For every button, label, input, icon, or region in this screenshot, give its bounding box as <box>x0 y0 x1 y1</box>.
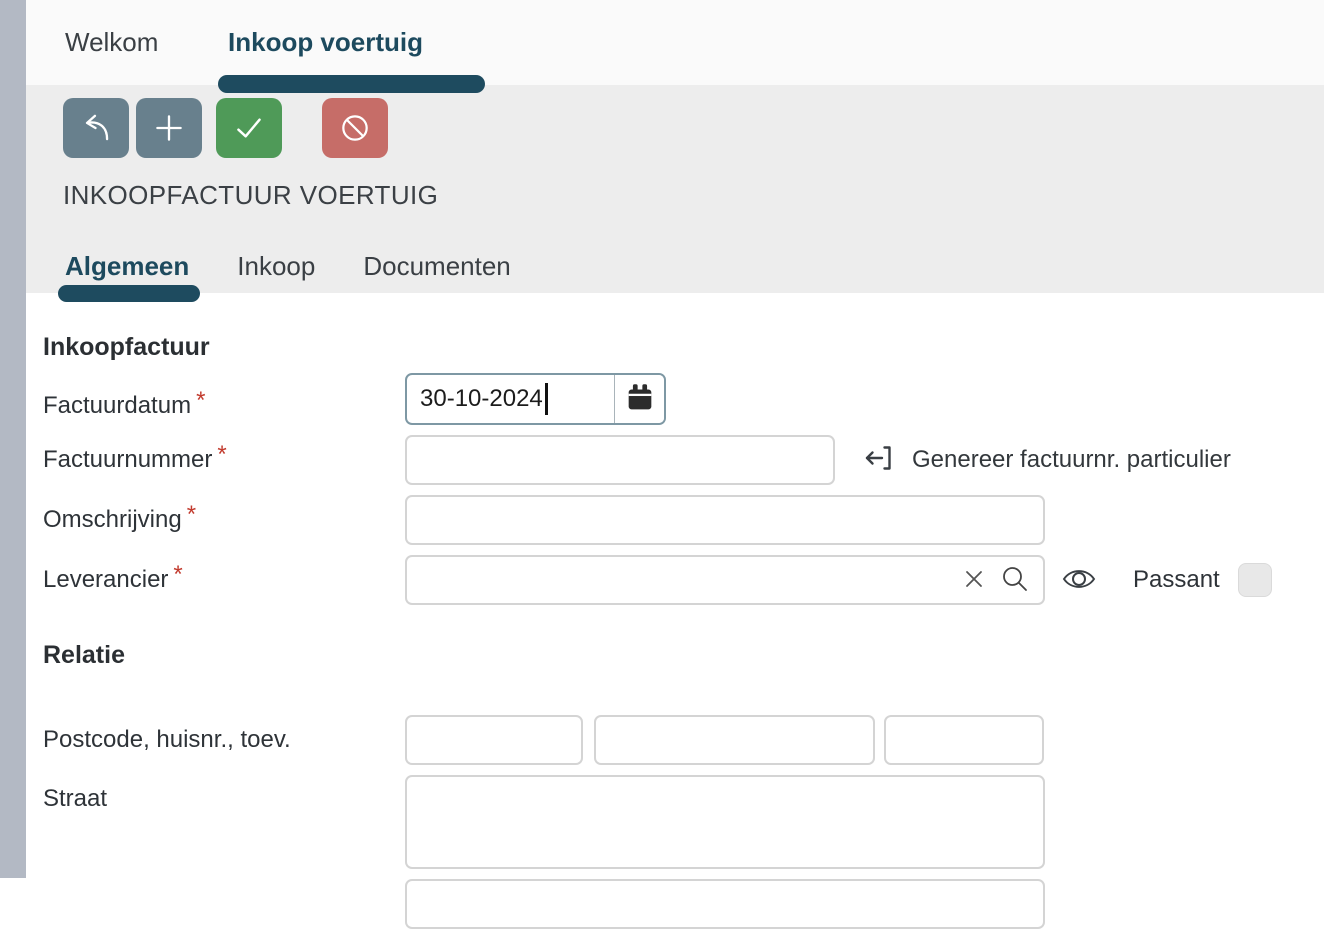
section-heading-inkoopfactuur: Inkoopfactuur <box>43 333 1324 361</box>
postcode-label: Postcode, huisnr., toev. <box>43 726 405 754</box>
search-button[interactable] <box>999 563 1031 598</box>
tab-algemeen[interactable]: Algemeen <box>65 251 189 281</box>
factuurdatum-label: Factuurdatum* <box>43 392 405 420</box>
text-caret <box>545 383 548 415</box>
generate-invoice-number-label: Genereer factuurnr. particulier <box>912 446 1231 474</box>
cancel-button[interactable] <box>322 98 388 158</box>
window-tab-bar: Welkom Inkoop voertuig <box>0 0 1324 85</box>
factuurdatum-input[interactable]: 30-10-2024 <box>407 375 614 423</box>
factuurnummer-input[interactable] <box>405 435 835 485</box>
tab-documenten[interactable]: Documenten <box>363 251 510 281</box>
row-straat: Straat <box>43 775 1324 869</box>
row-leverancier: Leverancier* <box>43 555 1324 605</box>
toolbar <box>63 98 388 158</box>
calendar-button[interactable] <box>614 375 664 423</box>
arrow-back-icon <box>77 109 115 147</box>
tab-inkoop-voertuig[interactable]: Inkoop voertuig <box>228 0 423 85</box>
clear-button[interactable] <box>961 566 987 595</box>
straat-input[interactable] <box>405 775 1045 869</box>
active-tab-indicator <box>218 75 485 93</box>
row-factuurdatum: Factuurdatum* 30-10-2024 <box>43 373 1324 425</box>
factuurnummer-label: Factuurnummer* <box>43 446 405 474</box>
generate-invoice-number-action[interactable]: Genereer factuurnr. particulier <box>859 440 1231 481</box>
passant-checkbox[interactable] <box>1238 563 1272 597</box>
row-factuurnummer: Factuurnummer* Genereer factuurnr. parti… <box>43 435 1324 485</box>
omschrijving-input[interactable] <box>405 495 1045 545</box>
block-icon <box>335 108 375 148</box>
page-title: INKOOPFACTUUR VOERTUIG <box>63 180 438 210</box>
section-heading-relatie: Relatie <box>43 641 1324 669</box>
vertical-scrollbar[interactable] <box>0 0 26 878</box>
factuurdatum-field: 30-10-2024 <box>405 373 666 425</box>
required-asterisk: * <box>173 561 182 588</box>
active-subtab-indicator <box>58 285 200 302</box>
required-asterisk: * <box>187 501 196 528</box>
required-asterisk: * <box>217 441 226 468</box>
tab-welkom[interactable]: Welkom <box>65 0 158 85</box>
postcode-input[interactable] <box>405 715 583 765</box>
toevoeging-input[interactable] <box>884 715 1044 765</box>
leverancier-label: Leverancier* <box>43 566 405 594</box>
form-panel: Inkoopfactuur Factuurdatum* 30-10-2024 <box>0 293 1324 878</box>
add-button[interactable] <box>136 98 202 158</box>
search-icon <box>999 563 1031 598</box>
insert-arrow-icon <box>859 440 895 481</box>
plus-icon <box>150 109 188 147</box>
confirm-button[interactable] <box>216 98 282 158</box>
calendar-icon <box>623 381 657 418</box>
page-header: INKOOPFACTUUR VOERTUIG Algemeen Inkoop D… <box>0 85 1324 293</box>
check-icon <box>229 108 269 148</box>
straat-label: Straat <box>43 775 405 813</box>
next-field-input[interactable] <box>405 879 1045 929</box>
passant-label: Passant <box>1133 566 1220 594</box>
view-relation-button[interactable] <box>1058 562 1100 599</box>
omschrijving-label: Omschrijving* <box>43 506 405 534</box>
tab-inkoop[interactable]: Inkoop <box>237 251 315 281</box>
leverancier-input[interactable] <box>405 555 1045 605</box>
row-omschrijving: Omschrijving* <box>43 495 1324 545</box>
section-tabs: Algemeen Inkoop Documenten <box>65 251 511 281</box>
eye-icon <box>1058 562 1100 599</box>
required-asterisk: * <box>196 387 205 414</box>
huisnummer-input[interactable] <box>594 715 875 765</box>
back-button[interactable] <box>63 98 129 158</box>
row-next-field <box>43 879 1324 929</box>
leverancier-field <box>405 555 1045 605</box>
clear-icon <box>961 566 987 595</box>
row-postcode: Postcode, huisnr., toev. <box>43 715 1324 765</box>
